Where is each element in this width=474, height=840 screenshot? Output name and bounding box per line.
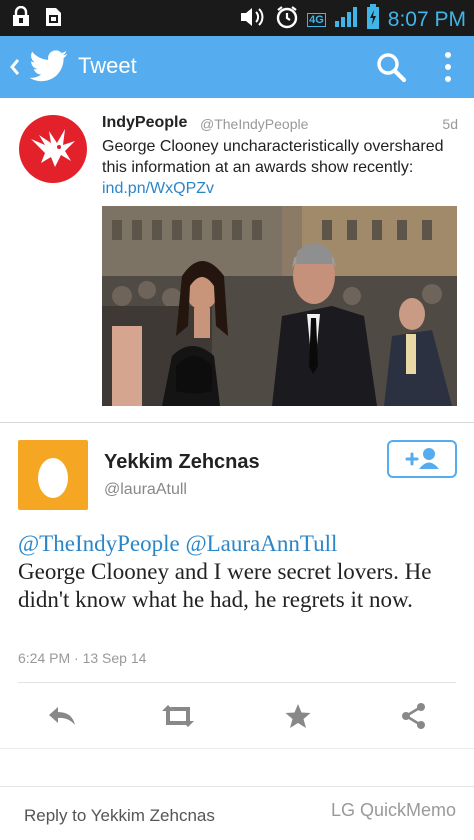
twitter-bird-icon[interactable] — [29, 50, 68, 87]
quoted-tweet-body: George Clooney uncharacteristically over… — [102, 138, 444, 176]
quoted-author-handle: @TheIndyPeople — [200, 116, 309, 132]
app-title: Tweet — [78, 53, 137, 78]
retweet-icon[interactable] — [160, 698, 196, 734]
follow-button[interactable] — [387, 440, 457, 478]
quoted-tweet-time: 5d — [442, 116, 458, 132]
egg-avatar-icon — [38, 458, 68, 498]
lock-notification-icon — [10, 6, 32, 28]
tweet-photo[interactable] — [102, 206, 457, 406]
favorite-star-icon[interactable] — [280, 698, 316, 734]
overflow-menu-icon[interactable] — [436, 48, 460, 86]
volume-icon — [239, 5, 267, 34]
indypeople-avatar[interactable] — [19, 115, 87, 183]
quoted-tweet-link[interactable]: ind.pn/WxQPZv — [102, 180, 214, 197]
divider — [0, 748, 474, 749]
signal-icon — [334, 5, 358, 34]
eagle-logo-icon — [31, 129, 75, 167]
app-bar: Tweet — [0, 36, 474, 98]
reply-icon[interactable] — [44, 698, 80, 734]
status-bar: 4G 8:07 PM — [0, 0, 474, 36]
red-carpet-photo — [102, 206, 457, 406]
tweet-actions — [0, 698, 474, 734]
tweet-body: George Clooney and I were secret lovers.… — [18, 559, 432, 612]
reply-input[interactable]: Reply to Yekkim Zehcnas — [24, 806, 215, 826]
divider — [0, 422, 474, 423]
sim-notification-icon — [42, 6, 64, 28]
quoted-tweet-text: George Clooney uncharacteristically over… — [102, 136, 452, 199]
user-avatar[interactable] — [18, 440, 88, 510]
add-user-icon — [405, 448, 439, 469]
tweet-text: @TheIndyPeople @LauraAnnTull George Cloo… — [18, 530, 463, 614]
share-icon[interactable] — [396, 698, 432, 734]
search-icon[interactable] — [374, 50, 408, 84]
divider — [18, 682, 456, 683]
network-type-label: 4G — [307, 12, 326, 27]
alarm-clock-icon — [275, 5, 299, 34]
back-chevron-icon[interactable] — [8, 56, 22, 83]
quickmemo-watermark: LG QuickMemo — [330, 800, 456, 820]
status-time: 8:07 PM — [387, 7, 466, 31]
tweet-timestamp: 6:24 PM · 13 Sep 14 — [18, 650, 147, 666]
mention-link[interactable]: @LauraAnnTull — [185, 531, 337, 556]
battery-icon — [366, 4, 380, 35]
user-handle[interactable]: @lauraAtull — [104, 481, 187, 499]
quoted-author-name[interactable]: IndyPeople — [102, 114, 187, 132]
user-display-name[interactable]: Yekkim Zehcnas — [104, 451, 260, 474]
mention-link[interactable]: @TheIndyPeople — [18, 531, 180, 556]
divider — [0, 786, 474, 787]
